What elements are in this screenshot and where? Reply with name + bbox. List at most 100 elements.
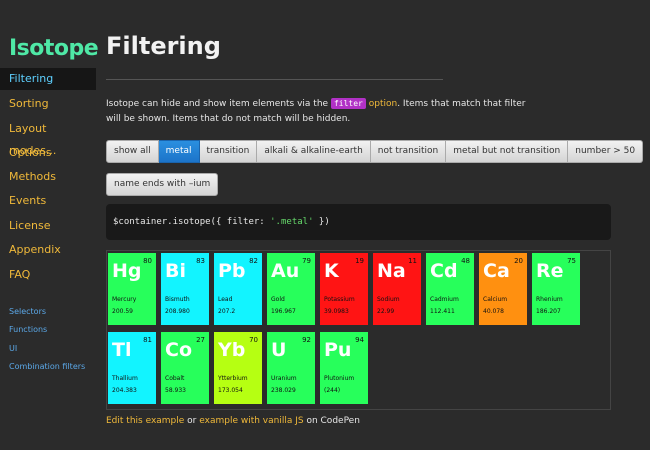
element-name: Plutonium xyxy=(324,375,355,382)
element-name: Cadmium xyxy=(430,296,459,303)
filter-code: filter xyxy=(330,98,366,109)
element-symbol: Co xyxy=(165,339,192,361)
element-tile-cobalt[interactable]: Co 27 Cobalt 58.933 xyxy=(161,332,209,404)
element-symbol: Na xyxy=(377,260,406,282)
filter-button-number-50[interactable]: number > 50 xyxy=(568,140,644,163)
element-weight: 39.0983 xyxy=(324,308,349,315)
element-symbol: Ca xyxy=(483,260,510,282)
element-symbol: Hg xyxy=(112,260,142,282)
nav-item-events[interactable]: Events xyxy=(0,190,96,212)
element-symbol: K xyxy=(324,260,339,282)
nav-item-sorting[interactable]: Sorting xyxy=(0,93,96,115)
element-name: Mercury xyxy=(112,296,137,303)
nav-item-layout-modes[interactable]: Layout modes... xyxy=(0,118,96,157)
element-name: Cobalt xyxy=(165,375,185,382)
element-tile-potassium[interactable]: K 19 Potassium 39.0983 xyxy=(320,253,368,325)
element-number: 75 xyxy=(567,257,576,265)
element-name: Thallium xyxy=(112,375,138,382)
element-weight: 58.933 xyxy=(165,387,186,394)
element-name: Potassium xyxy=(324,296,355,303)
element-name: Sodium xyxy=(377,296,400,303)
element-name: Lead xyxy=(218,296,233,303)
element-number: 11 xyxy=(408,257,417,265)
filter-button-show-all[interactable]: show all xyxy=(106,140,159,163)
option-link[interactable]: option xyxy=(369,99,397,109)
filter-button-alkali-alkaline-earth[interactable]: alkali & alkaline-earth xyxy=(257,140,371,163)
element-tile-cadmium[interactable]: Cd 48 Cadmium 112.411 xyxy=(426,253,474,325)
element-number: 70 xyxy=(249,336,258,344)
sidebar: Isotope Filtering Sorting Layout modes..… xyxy=(0,0,99,450)
element-tile-mercury[interactable]: Hg 80 Mercury 200.59 xyxy=(108,253,156,325)
element-tile-thallium[interactable]: Tl 81 Thallium 204.383 xyxy=(108,332,156,404)
element-symbol: Cd xyxy=(430,260,458,282)
element-name: Gold xyxy=(271,296,285,303)
vanilla-js-link[interactable]: example with vanilla JS xyxy=(199,416,303,426)
filter-button-transition[interactable]: transition xyxy=(199,140,258,163)
sub-item-functions[interactable]: Functions xyxy=(9,325,47,334)
element-weight: 200.59 xyxy=(112,308,133,315)
element-weight: 40.078 xyxy=(483,308,504,315)
nav-item-license[interactable]: License xyxy=(0,215,96,237)
nav-item-filtering[interactable]: Filtering xyxy=(0,68,96,90)
element-number: 81 xyxy=(143,336,152,344)
element-number: 82 xyxy=(249,257,258,265)
element-tile-calcium[interactable]: Ca 20 Calcium 40.078 xyxy=(479,253,527,325)
filter-button-not-transition[interactable]: not transition xyxy=(370,140,447,163)
element-symbol: Pu xyxy=(324,339,352,361)
edit-example-link[interactable]: Edit this example xyxy=(106,416,184,426)
element-weight: 208.980 xyxy=(165,308,190,315)
filter-button-name-ends-with-ium[interactable]: name ends with –ium xyxy=(106,173,219,196)
element-symbol: U xyxy=(271,339,287,361)
sub-item-ui[interactable]: UI xyxy=(9,344,17,353)
element-name: Rhenium xyxy=(536,296,563,303)
intro-text: Isotope can hide and show item elements … xyxy=(106,96,526,127)
page-title: Filtering xyxy=(106,32,221,60)
element-number: 94 xyxy=(355,336,364,344)
element-symbol: Au xyxy=(271,260,300,282)
element-tile-sodium[interactable]: Na 11 Sodium 22.99 xyxy=(373,253,421,325)
filter-button-metal-but-not-transition[interactable]: metal but not transition xyxy=(446,140,569,163)
element-tile-plutonium[interactable]: Pu 94 Plutonium (244) xyxy=(320,332,368,404)
element-number: 80 xyxy=(143,257,152,265)
sub-item-combination-filters[interactable]: Combination filters xyxy=(9,362,85,371)
sub-item-selectors[interactable]: Selectors xyxy=(9,307,46,316)
nav-item-methods[interactable]: Methods xyxy=(0,166,96,188)
element-number: 20 xyxy=(514,257,523,265)
code-suffix: }) xyxy=(313,217,330,227)
element-weight: 186.207 xyxy=(536,308,561,315)
filter-button-group-2: name ends with –ium xyxy=(106,173,219,196)
footer-codepen: on CodePen xyxy=(303,416,360,426)
element-tile-lead[interactable]: Pb 82 Lead 207.2 xyxy=(214,253,262,325)
element-number: 79 xyxy=(302,257,311,265)
nav-item-options[interactable]: Options xyxy=(0,142,96,164)
nav-item-appendix[interactable]: Appendix xyxy=(0,239,96,261)
title-divider xyxy=(106,79,443,80)
element-weight: 173.054 xyxy=(218,387,243,394)
logo[interactable]: Isotope xyxy=(9,36,99,61)
element-number: 48 xyxy=(461,257,470,265)
element-weight: 196.967 xyxy=(271,308,296,315)
element-symbol: Tl xyxy=(112,339,132,361)
element-tile-uranium[interactable]: U 92 Uranium 238.029 xyxy=(267,332,315,404)
element-weight: 22.99 xyxy=(377,308,395,315)
element-weight: 207.2 xyxy=(218,308,236,315)
nav-item-faq[interactable]: FAQ xyxy=(0,264,96,286)
element-symbol: Pb xyxy=(218,260,246,282)
element-name: Bismuth xyxy=(165,296,190,303)
code-string: '.metal' xyxy=(270,217,314,227)
element-tile-rhenium[interactable]: Re 75 Rhenium 186.207 xyxy=(532,253,580,325)
element-tile-bismuth[interactable]: Bi 83 Bismuth 208.980 xyxy=(161,253,209,325)
element-number: 92 xyxy=(302,336,311,344)
element-symbol: Re xyxy=(536,260,564,282)
element-symbol: Bi xyxy=(165,260,186,282)
element-name: Uranium xyxy=(271,375,297,382)
filter-button-metal[interactable]: metal xyxy=(158,140,200,163)
element-grid: Hg 80 Mercury 200.59 Bi 83 Bismuth 208.980 Pb 82 L… xyxy=(106,250,611,410)
element-tile-ytterbium[interactable]: Yb 70 Ytterbium 173.054 xyxy=(214,332,262,404)
code-block: $container.isotope({ filter: '.metal' }) xyxy=(106,204,611,240)
element-tile-gold[interactable]: Au 79 Gold 196.967 xyxy=(267,253,315,325)
element-number: 19 xyxy=(355,257,364,265)
intro-text-before: Isotope can hide and show item elements … xyxy=(106,99,331,109)
code-prefix: $container.isotope({ filter: xyxy=(113,217,271,227)
element-weight: 112.411 xyxy=(430,308,455,315)
